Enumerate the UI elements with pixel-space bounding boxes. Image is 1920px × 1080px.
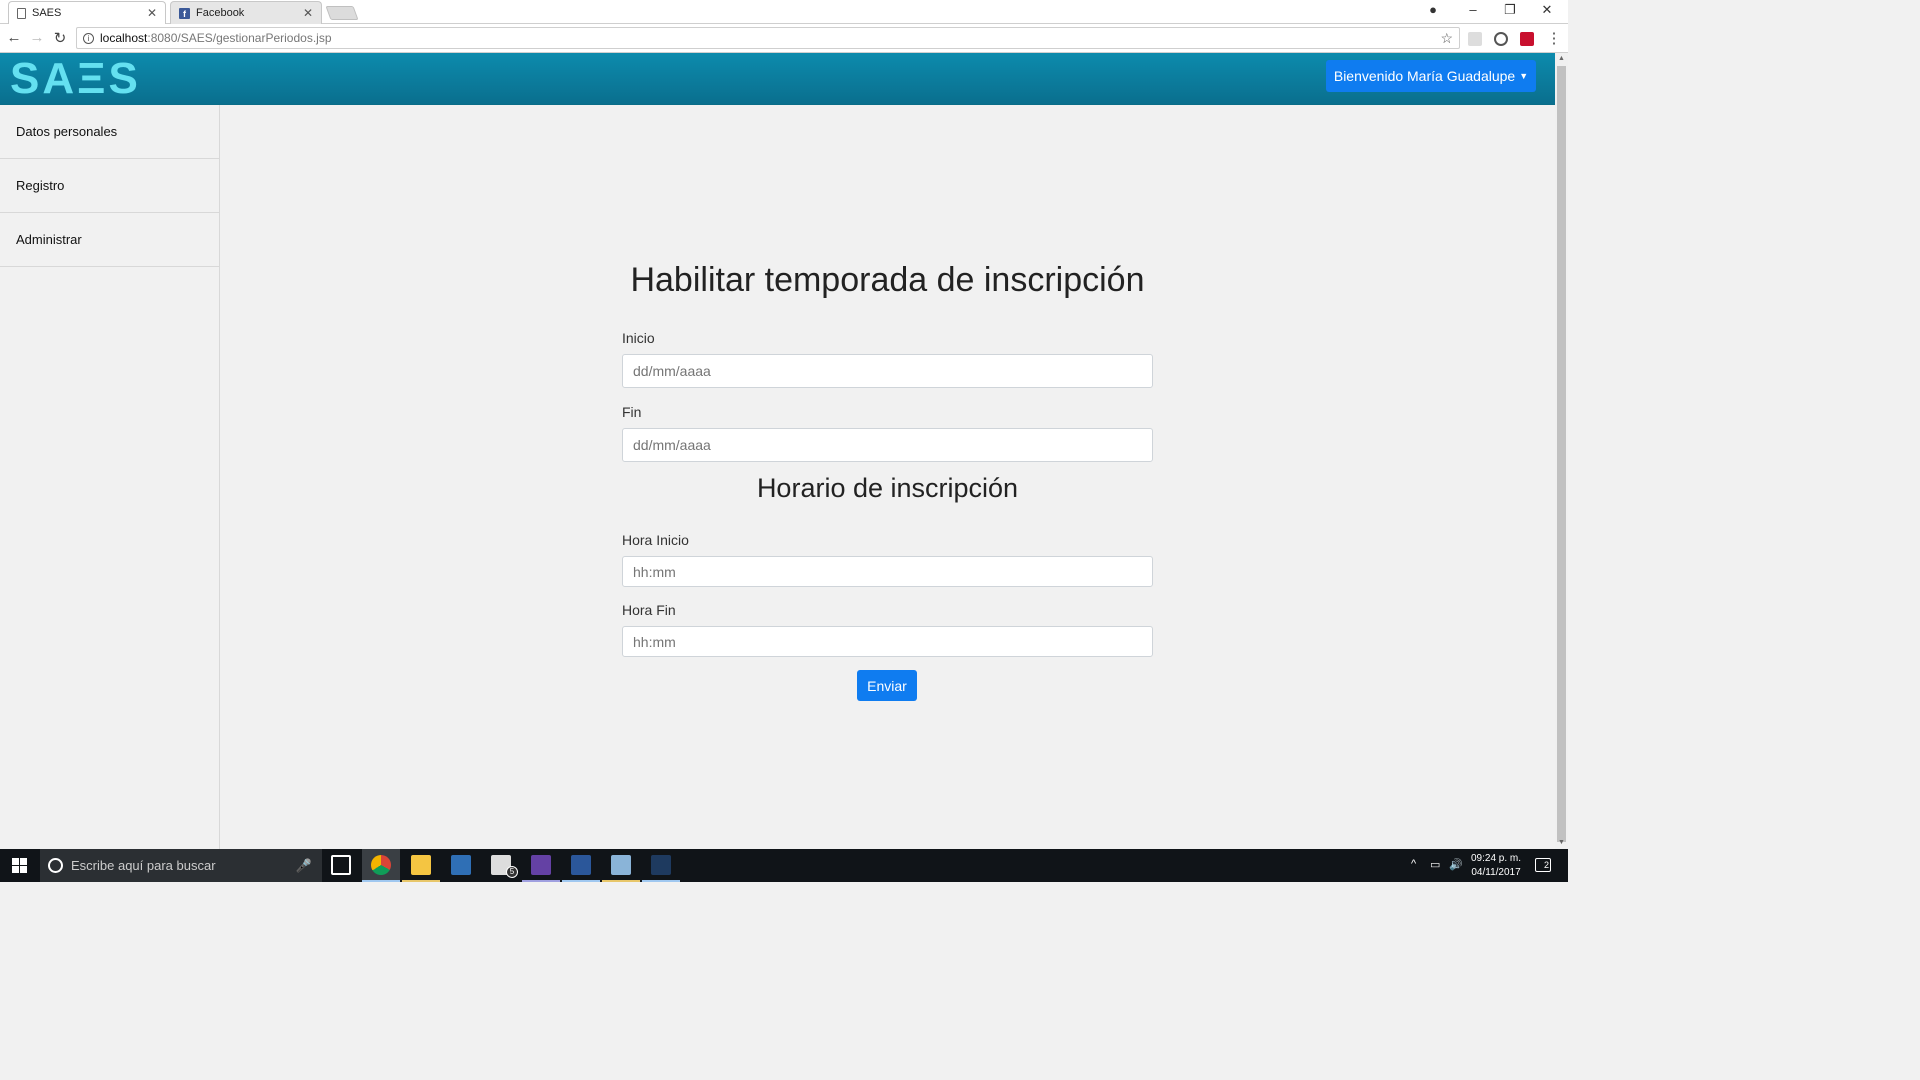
close-icon[interactable]: ✕ [147, 6, 157, 20]
page-scrollbar[interactable]: ▲ ▼ [1555, 53, 1568, 849]
sidebar-item-datos-personales[interactable]: Datos personales [0, 105, 219, 159]
taskbar-clock[interactable]: 09:24 p. m. 04/11/2017 [1465, 852, 1527, 880]
chrome-icon[interactable] [371, 855, 391, 875]
volume-icon[interactable]: 🔊 [1449, 858, 1463, 871]
browser-toolbar: ← → ↻ i localhost:8080/SAES/gestionarPer… [0, 24, 1568, 53]
hora-inicio-input[interactable] [622, 556, 1153, 587]
task-view-icon[interactable] [331, 855, 351, 875]
back-icon[interactable]: ← [5, 29, 23, 46]
sidebar-item-label: Registro [16, 178, 65, 193]
menu-kebab-icon[interactable]: ⋮ [1545, 29, 1563, 47]
page: SAΞS Bienvenido María Guadalupe ▼ Datos … [0, 53, 1555, 849]
url-host: localhost [100, 31, 148, 45]
taskbar-search[interactable]: Escribe aquí para buscar 🎤 [40, 849, 322, 882]
mail-badge: 5 [506, 866, 518, 878]
hora-fin-input[interactable] [622, 626, 1153, 657]
close-window-icon[interactable]: ✕ [1537, 2, 1557, 18]
fin-label: Fin [622, 404, 642, 420]
bookmark-star-icon[interactable]: ☆ [1440, 30, 1453, 47]
reload-icon[interactable]: ↻ [51, 29, 69, 47]
scroll-down-icon[interactable]: ▼ [1558, 839, 1565, 846]
minimize-icon[interactable]: – [1463, 2, 1483, 17]
tray-expand-icon[interactable]: ^ [1411, 858, 1416, 870]
sidebar-item-label: Datos personales [16, 124, 118, 139]
saes-logo[interactable]: SAΞS [10, 56, 141, 102]
welcome-label: Bienvenido María Guadalupe [1333, 68, 1516, 84]
active-indicator [602, 880, 640, 882]
scroll-thumb[interactable] [1557, 66, 1566, 842]
address-bar[interactable]: i localhost:8080/SAES/gestionarPeriodos.… [76, 27, 1460, 49]
facebook-icon: f [179, 7, 190, 19]
fin-date-input[interactable] [622, 428, 1153, 462]
scroll-up-icon[interactable]: ▲ [1558, 55, 1565, 62]
active-indicator [402, 880, 440, 882]
page-title: Habilitar temporada de inscripción [630, 261, 1145, 299]
clock-time: 09:24 p. m. [1470, 853, 1522, 864]
restore-icon[interactable]: ❐ [1500, 2, 1520, 18]
active-indicator [362, 880, 400, 882]
submit-button[interactable]: Enviar [857, 670, 917, 701]
close-icon[interactable]: ✕ [303, 6, 313, 20]
notification-count: 2 [1543, 860, 1549, 870]
sidebar-item-registro[interactable]: Registro [0, 159, 219, 213]
windows-taskbar: Escribe aquí para buscar 🎤 5 ^ ▭ 🔊 09:24… [0, 849, 1568, 882]
site-header: SAΞS Bienvenido María Guadalupe ▼ [0, 53, 1555, 105]
caret-down-icon: ▼ [1519, 71, 1529, 81]
microphone-icon[interactable]: 🎤 [296, 858, 312, 874]
hora-inicio-label: Hora Inicio [622, 532, 689, 548]
document-icon [17, 7, 26, 19]
active-indicator [642, 880, 680, 882]
ide-icon[interactable] [651, 855, 671, 875]
tab-facebook[interactable]: f Facebook ✕ [170, 1, 322, 24]
extension-icon[interactable] [1468, 32, 1482, 46]
active-indicator [562, 880, 600, 882]
forward-icon[interactable]: → [28, 29, 46, 46]
virtualbox-icon[interactable] [611, 855, 631, 875]
active-indicator [522, 880, 560, 882]
extension-eye-icon[interactable] [1494, 32, 1508, 46]
extension-flag-icon[interactable] [1520, 32, 1534, 46]
network-icon[interactable]: ▭ [1430, 858, 1440, 871]
inicio-date-input[interactable] [622, 354, 1153, 388]
file-explorer-icon[interactable] [411, 855, 431, 875]
hora-fin-label: Hora Fin [622, 602, 676, 618]
tab-title: Facebook [196, 7, 245, 19]
user-menu-button[interactable]: Bienvenido María Guadalupe ▼ [1326, 60, 1536, 92]
tab-saes[interactable]: SAES ✕ [8, 1, 166, 24]
windows-start-icon[interactable] [12, 858, 27, 873]
schedule-subtitle: Horario de inscripción [756, 473, 1019, 503]
inicio-label: Inicio [622, 330, 655, 346]
sidebar-item-administrar[interactable]: Administrar [0, 213, 219, 267]
url-path: :8080/SAES/gestionarPeriodos.jsp [147, 31, 332, 45]
browser-tab-bar: SAES ✕ f Facebook ✕ ● – ❐ ✕ [0, 0, 1568, 24]
sidebar-item-label: Administrar [16, 232, 82, 247]
search-placeholder: Escribe aquí para buscar [71, 858, 216, 873]
clock-date: 04/11/2017 [1471, 867, 1521, 878]
sidebar: Datos personales Registro Administrar [0, 105, 220, 849]
store-icon[interactable] [451, 855, 471, 875]
twitch-icon[interactable] [531, 855, 551, 875]
notification-center-icon[interactable]: 2 [1535, 858, 1551, 872]
word-icon[interactable] [571, 855, 591, 875]
new-tab-button[interactable] [325, 6, 359, 20]
tab-title: SAES [32, 7, 62, 19]
cortana-icon [48, 858, 63, 873]
info-icon[interactable]: i [83, 32, 94, 44]
profile-icon[interactable]: ● [1423, 2, 1443, 17]
